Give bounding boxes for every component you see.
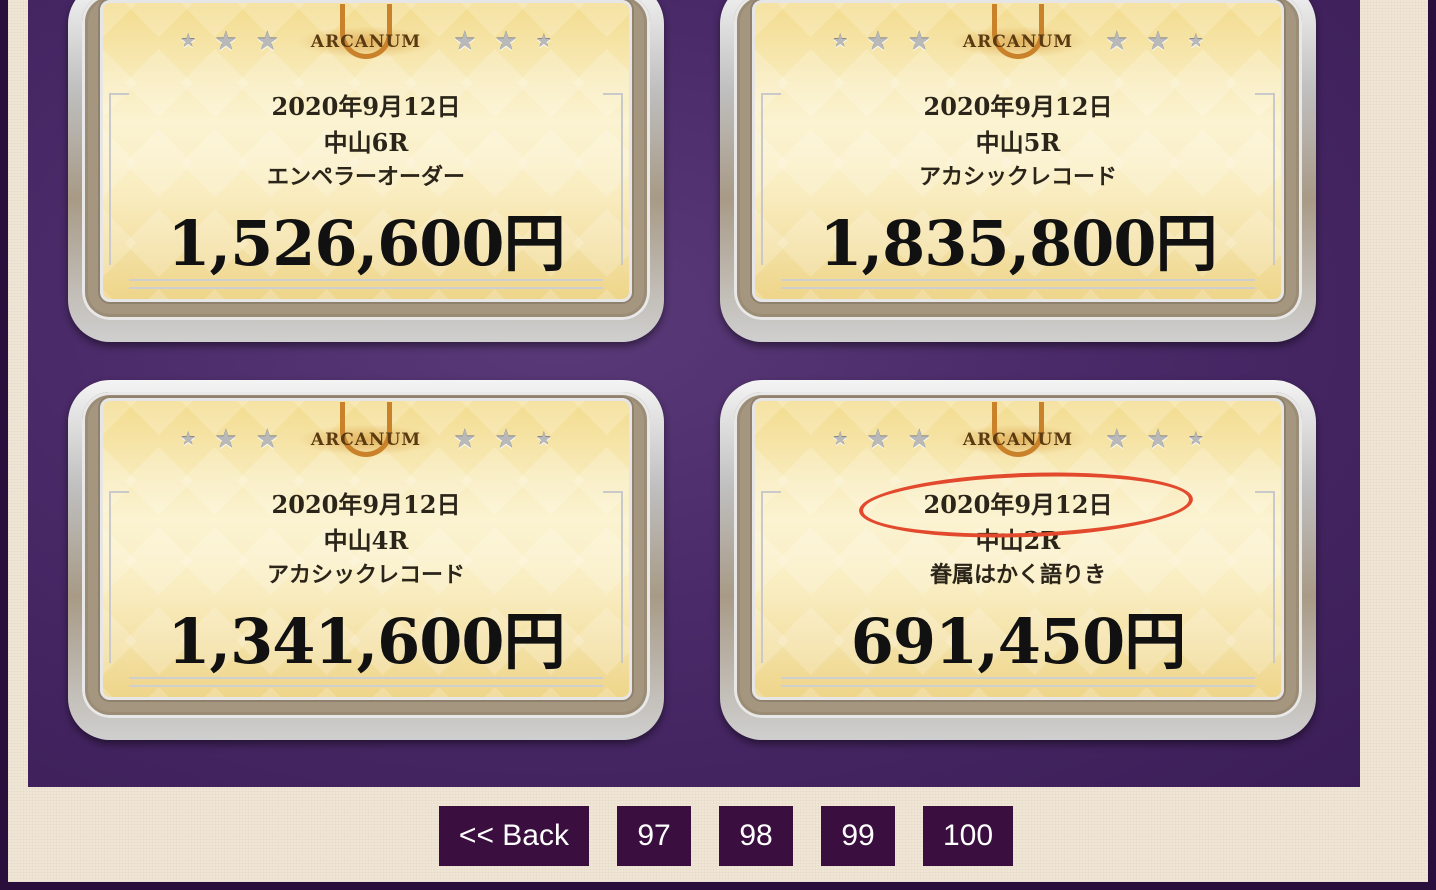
race-date: 2020年9月12日 [271, 490, 461, 519]
plan-name: 眷属はかく語りき [929, 562, 1106, 588]
payout-amount: 1,526,600円 [167, 207, 565, 280]
star-icon: ★ [535, 429, 552, 450]
star-icon: ★ [494, 425, 518, 455]
star-icon: ★ [832, 31, 849, 52]
star-icon: ★ [907, 27, 931, 57]
pagination: << Back 97 98 99 100 [8, 806, 1436, 866]
arcanum-logo: ARCANUM [296, 4, 436, 59]
card-bezel: ★ ★ ★ ARCANUM ★ ★ ★ 2020年9月12日 中山5R アカシッ… [734, 0, 1302, 320]
race-date: 2020年9月12日 [923, 92, 1113, 121]
star-icon: ★ [214, 425, 238, 455]
card-bezel: ★ ★ ★ ARCANUM ★ ★ ★ 2020年9月12日 中山4R アカシッ… [82, 392, 650, 718]
page-link-98[interactable]: 98 [719, 806, 793, 866]
star-icon: ★ [1146, 27, 1170, 57]
star-icon: ★ [1187, 429, 1204, 450]
star-icon: ★ [180, 31, 197, 52]
star-icon: ★ [832, 429, 849, 450]
star-icon: ★ [1187, 31, 1204, 52]
arcanum-logo: ARCANUM [296, 402, 436, 457]
payout-amount: 691,450円 [850, 605, 1186, 678]
star-icon: ★ [866, 425, 890, 455]
race-date: 2020年9月12日 [271, 92, 461, 121]
stars-row: ★ ★ ★ ARCANUM ★ ★ ★ [103, 4, 629, 59]
star-icon: ★ [1146, 425, 1170, 455]
ticket-face: ★ ★ ★ ARCANUM ★ ★ ★ 2020年9月12日 中山2R 眷属はか… [752, 398, 1284, 700]
race-number: 中山5R [975, 128, 1061, 157]
results-panel: ★ ★ ★ ARCANUM ★ ★ ★ 2020年9月12日 中山6R エンペラ… [28, 0, 1360, 787]
star-icon: ★ [255, 27, 279, 57]
page-link-100[interactable]: 100 [923, 806, 1014, 866]
star-icon: ★ [1105, 425, 1129, 455]
stars-row: ★ ★ ★ ARCANUM ★ ★ ★ [755, 402, 1281, 457]
result-card: ★ ★ ★ ARCANUM ★ ★ ★ 2020年9月12日 中山6R エンペラ… [68, 0, 664, 342]
plan-name: アカシックレコード [266, 562, 465, 588]
stars-row: ★ ★ ★ ARCANUM ★ ★ ★ [103, 402, 629, 457]
star-icon: ★ [214, 27, 238, 57]
race-number: 中山6R [323, 128, 409, 157]
star-icon: ★ [453, 425, 477, 455]
star-icon: ★ [535, 31, 552, 52]
payout-amount: 1,341,600円 [167, 605, 565, 678]
stars-row: ★ ★ ★ ARCANUM ★ ★ ★ [755, 4, 1281, 59]
result-card: ★ ★ ★ ARCANUM ★ ★ ★ 2020年9月12日 中山4R アカシッ… [68, 380, 664, 740]
race-number: 中山4R [323, 526, 409, 555]
star-icon: ★ [907, 425, 931, 455]
plan-name: アカシックレコード [918, 164, 1117, 190]
back-button[interactable]: << Back [438, 806, 589, 866]
star-icon: ★ [453, 27, 477, 57]
page-frame: ★ ★ ★ ARCANUM ★ ★ ★ 2020年9月12日 中山6R エンペラ… [8, 0, 1428, 882]
page-link-99[interactable]: 99 [821, 806, 895, 866]
star-icon: ★ [1105, 27, 1129, 57]
star-icon: ★ [255, 425, 279, 455]
ticket-face: ★ ★ ★ ARCANUM ★ ★ ★ 2020年9月12日 中山4R アカシッ… [100, 398, 632, 700]
plan-name: エンペラーオーダー [266, 164, 465, 190]
ticket-face: ★ ★ ★ ARCANUM ★ ★ ★ 2020年9月12日 中山5R アカシッ… [752, 0, 1284, 302]
page-link-97[interactable]: 97 [617, 806, 691, 866]
result-card: ★ ★ ★ ARCANUM ★ ★ ★ 2020年9月12日 中山5R アカシッ… [720, 0, 1316, 342]
result-card: ★ ★ ★ ARCANUM ★ ★ ★ 2020年9月12日 中山2R 眷属はか… [720, 380, 1316, 740]
ticket-face: ★ ★ ★ ARCANUM ★ ★ ★ 2020年9月12日 中山6R エンペラ… [100, 0, 632, 302]
card-bezel: ★ ★ ★ ARCANUM ★ ★ ★ 2020年9月12日 中山6R エンペラ… [82, 0, 650, 320]
star-icon: ★ [494, 27, 518, 57]
arcanum-logo: ARCANUM [948, 4, 1088, 59]
arcanum-logo: ARCANUM [948, 402, 1088, 457]
star-icon: ★ [180, 429, 197, 450]
card-bezel: ★ ★ ★ ARCANUM ★ ★ ★ 2020年9月12日 中山2R 眷属はか… [734, 392, 1302, 718]
payout-amount: 1,835,800円 [819, 207, 1217, 280]
star-icon: ★ [866, 27, 890, 57]
